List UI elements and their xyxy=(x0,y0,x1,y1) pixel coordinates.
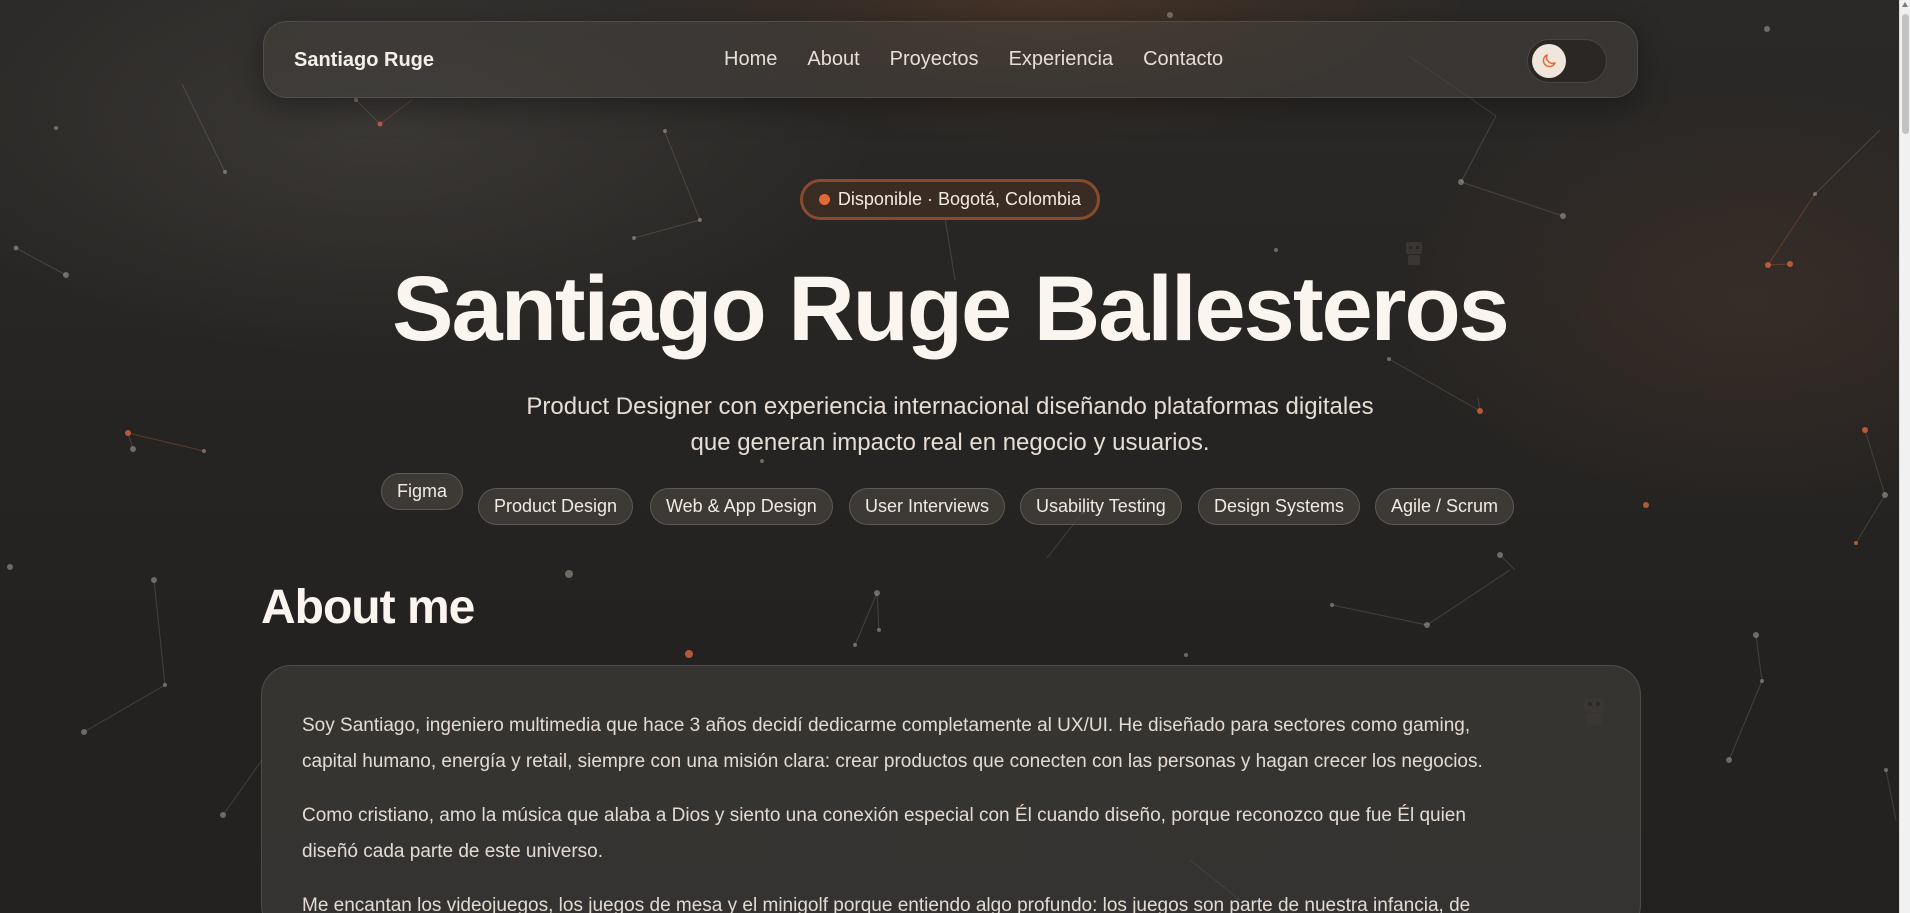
about-section-title: About me xyxy=(261,581,475,634)
skill-tag-figma: Figma xyxy=(381,473,464,510)
skill-tag-usability-testing: Usability Testing xyxy=(1020,488,1182,525)
availability-badge: Disponible · Bogotá, Colombia xyxy=(800,179,1100,220)
toggle-knob xyxy=(1532,44,1566,78)
about-paragraph-1: Soy Santiago, ingeniero multimedia que h… xyxy=(302,708,1602,780)
skill-tag-agile-scrum: Agile / Scrum xyxy=(1375,488,1515,525)
about-paragraph-2-line-1: Como cristiano, amo la música que alaba … xyxy=(302,805,1466,826)
skill-tag-product-design: Product Design xyxy=(478,488,634,525)
nav-links: Home About Proyectos Experiencia Contact… xyxy=(724,48,1223,71)
moon-icon xyxy=(1542,54,1556,68)
about-card: Soy Santiago, ingeniero multimedia que h… xyxy=(261,665,1641,913)
about-paragraph-1-line-2: capital humano, energía y retail, siempr… xyxy=(302,751,1483,772)
skill-tag-design-systems: Design Systems xyxy=(1198,488,1361,525)
nav-link-proyectos[interactable]: Proyectos xyxy=(890,48,979,71)
hero-subtitle-line-2: que generan impacto real en negocio y us… xyxy=(690,429,1210,456)
nav-link-contacto[interactable]: Contacto xyxy=(1143,48,1223,71)
nav-link-experiencia[interactable]: Experiencia xyxy=(1009,48,1114,71)
brand-logo-text[interactable]: Santiago Ruge xyxy=(294,49,434,72)
about-paragraph-3-line-1: Me encantan los videojuegos, los juegos … xyxy=(302,895,1471,913)
robot-sticker-icon xyxy=(1406,242,1422,265)
skill-tag-web-app-design: Web & App Design xyxy=(650,488,833,525)
skill-tag-user-interviews: User Interviews xyxy=(849,488,1006,525)
about-paragraph-2: Como cristiano, amo la música que alaba … xyxy=(302,798,1602,870)
about-paragraph-2-line-2: diseñó cada parte de este universo. xyxy=(302,841,604,862)
nav-link-about[interactable]: About xyxy=(807,48,859,71)
hero-subtitle-line-1: Product Designer con experiencia interna… xyxy=(526,393,1374,420)
scrollbar[interactable] xyxy=(1899,0,1910,913)
scrollbar-thumb[interactable] xyxy=(1902,14,1909,134)
nav-link-home[interactable]: Home xyxy=(724,48,777,71)
scroll-up-arrow-icon[interactable] xyxy=(1902,2,1908,7)
hero-title: Santiago Ruge Ballesteros xyxy=(392,258,1510,360)
hero-subtitle: Product Designer con experiencia interna… xyxy=(450,389,1450,461)
status-dot-icon xyxy=(818,194,830,205)
about-paragraph-3: Me encantan los videojuegos, los juegos … xyxy=(302,888,1602,913)
about-paragraph-1-line-1: Soy Santiago, ingeniero multimedia que h… xyxy=(302,715,1471,736)
theme-toggle[interactable] xyxy=(1527,39,1607,83)
navbar: Santiago Ruge Home About Proyectos Exper… xyxy=(263,21,1638,98)
availability-text: Disponible · Bogotá, Colombia xyxy=(837,189,1082,209)
